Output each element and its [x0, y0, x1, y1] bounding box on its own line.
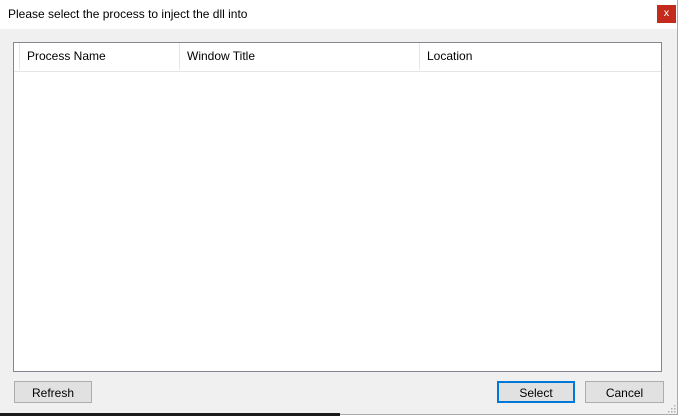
- column-header-location[interactable]: Location: [420, 43, 661, 70]
- select-button[interactable]: Select: [497, 381, 575, 403]
- refresh-button[interactable]: Refresh: [14, 381, 92, 403]
- column-header-window-title[interactable]: Window Title: [180, 43, 420, 70]
- list-body[interactable]: [14, 72, 661, 371]
- title-bar[interactable]: Please select the process to inject the …: [0, 0, 677, 29]
- process-select-dialog: Please select the process to inject the …: [0, 0, 678, 415]
- resize-grip-icon[interactable]: [667, 404, 676, 413]
- cancel-button[interactable]: Cancel: [585, 381, 664, 403]
- process-list[interactable]: Process Name Window Title Location: [13, 42, 662, 372]
- list-header: Process Name Window Title Location: [14, 43, 661, 72]
- dialog-title: Please select the process to inject the …: [8, 7, 248, 21]
- column-header-process-name[interactable]: Process Name: [20, 43, 180, 70]
- close-button[interactable]: x: [657, 5, 676, 23]
- close-icon: x: [663, 8, 670, 19]
